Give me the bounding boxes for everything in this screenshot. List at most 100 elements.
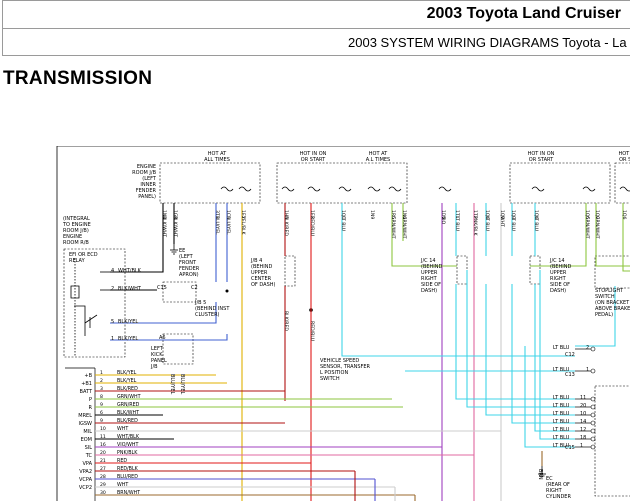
ecu-pin-number: 28 <box>100 474 106 480</box>
wire-color-label: LT BLU <box>484 216 490 231</box>
ecu-pin-number: 27 <box>100 466 106 472</box>
vehicle-title: 2003 Toyota Land Cruiser <box>426 5 621 22</box>
ecu-wire-color: VIO/WHT <box>117 442 138 448</box>
pin-label: C2 <box>191 285 198 291</box>
ecu-wire-color: GRN/WHT <box>117 394 141 400</box>
pin-label: A6 <box>159 335 166 341</box>
connector-code: 1Q6 <box>621 210 627 220</box>
ecu-wire-color: WHT <box>117 426 128 432</box>
ecu-pin-number: 20 <box>100 450 106 456</box>
terminal-pin <box>590 404 596 410</box>
labels-layer: HOT ATALL TIMESHOT IN ONOR STARTHOT ATA.… <box>62 151 630 500</box>
ecu-terminal-name: R <box>89 405 93 411</box>
terminal-pin <box>590 420 596 426</box>
ecu-pin-number: 21 <box>100 458 106 464</box>
ecu-pin-number: 10 <box>100 426 106 432</box>
fuse-blocks <box>63 162 630 497</box>
wiring-diagram: HOT AT ALL TIMES HOT IN ON OR START HOT AT A.… <box>55 146 630 501</box>
terminal-pin <box>590 428 596 434</box>
ecu-terminal-name: VCPA <box>79 477 93 483</box>
pin-label: C15 <box>157 285 167 291</box>
ecu-wire-color: WHT/BLK <box>117 434 140 440</box>
ecu-wire-color: BLU/RED <box>117 474 138 480</box>
wire-color-label: YEL/BLK <box>240 215 246 236</box>
ecu-terminal-name: MIL <box>83 429 92 435</box>
ecu-wire-color: RED <box>117 458 127 464</box>
fuse-symbols <box>220 186 630 192</box>
pin-label: 14 <box>580 419 586 425</box>
wire-color-label: WHT <box>499 216 505 227</box>
ecu-wire-color: BLK/YEL <box>117 378 137 384</box>
power-label: OR STAR <box>619 157 630 163</box>
connector-code: 1N9 <box>369 210 375 219</box>
power-label: ALL TIMES <box>204 157 230 163</box>
wire-color-label: LT BLU <box>553 443 570 449</box>
ecu-terminal-name: TC <box>85 453 93 459</box>
wire-color-label: BLK/WHT <box>172 216 178 237</box>
wire-color-label: BLK/WHT <box>161 216 167 237</box>
wire-color-label: BLU/YEL <box>169 374 175 395</box>
ecu-terminal-name: EOM <box>81 437 92 443</box>
ecu-pin-number: 8 <box>100 394 103 400</box>
wire-color-label: LT BLU <box>454 216 460 231</box>
pin-label: 5 <box>111 319 114 325</box>
wire-color-label: LT BLU <box>553 345 570 351</box>
header-divider <box>3 28 630 29</box>
wire-color-label: BLK/RED <box>283 216 289 236</box>
wire-color-label: BLU/YEL <box>179 374 185 395</box>
pin-label: 12 <box>580 427 586 433</box>
ecu-wire-color: BLK/RED <box>117 386 138 392</box>
component-label: SWITCH <box>320 376 340 382</box>
ecu-pin-number: 9 <box>100 418 103 424</box>
component-label: APRON) <box>179 272 199 278</box>
pin-label: 1 <box>580 443 583 449</box>
wire-grn-wht-c <box>595 241 630 267</box>
component-label: CLUSTER) <box>195 312 220 318</box>
wire-color-label: RED/BLU <box>309 216 315 236</box>
wire-color-label: BLK/RED <box>283 311 289 331</box>
ecu-wire-color: WHT <box>117 482 128 488</box>
wire-color-label: BRN <box>537 469 543 480</box>
ecu-pin-number: 16 <box>100 442 106 448</box>
wire-color-label: BLK/WHT <box>118 286 142 292</box>
wire-color-label: LT BLU <box>553 411 570 417</box>
terminal-pin <box>590 444 596 450</box>
terminal-pin <box>590 346 596 352</box>
wire-color-label: LT BLU <box>553 395 570 401</box>
wire-color-label: LT BLU <box>553 367 570 373</box>
wire-color-label: LT BLU <box>340 216 346 231</box>
ecu-wire-color: BLK/YEL <box>117 370 137 376</box>
ecu-wire-color: BLK/RED <box>117 418 138 424</box>
ecu-wire-color: PNK/BLK <box>117 450 138 456</box>
ecu-pin-number: 1 <box>100 370 103 376</box>
wire-color-label: WHT/BLK <box>118 268 142 274</box>
ecu-pin-number: 11 <box>100 434 106 440</box>
wire-color-label: GRN/WHT <box>390 216 396 239</box>
wire-color-label: RED/BLU <box>309 321 315 341</box>
pin-label: 2 <box>586 345 589 351</box>
component-label: PEDAL) <box>595 312 613 318</box>
pin-label: 1 <box>586 367 589 373</box>
ecu-pin-number: 2 <box>100 378 103 384</box>
wire-color-label: LT BLU <box>533 216 539 231</box>
pin-label: 18 <box>580 435 586 441</box>
wire-grn-wht-d <box>622 256 630 272</box>
pin-label: 10 <box>580 411 586 417</box>
pin-label: 20 <box>580 403 586 409</box>
component-label: DASH) <box>550 288 566 294</box>
wire-color-label: LT BLU <box>553 435 570 441</box>
component-label: ROOM R/B <box>63 240 89 246</box>
power-label: OR START <box>301 157 326 163</box>
component-label: CYLINDER <box>546 494 571 500</box>
component-label: DASH) <box>421 288 437 294</box>
ecu-terminal-name: VPA2 <box>79 469 92 475</box>
ecu-terminal-name: IGSW <box>79 421 93 427</box>
wire-color-label: LT BLU <box>553 427 570 433</box>
ecu-pin-number: 6 <box>100 410 103 416</box>
ecu-wire-color: GRN/RED <box>117 402 140 408</box>
pin-label: 4 <box>111 268 114 274</box>
pin-label: 1 <box>111 336 114 342</box>
wire-color-label: GRN/WHT <box>594 216 600 239</box>
ecu-terminal-name: VCP2 <box>79 485 92 491</box>
wire-color-label: BLK/YEL <box>118 336 138 342</box>
